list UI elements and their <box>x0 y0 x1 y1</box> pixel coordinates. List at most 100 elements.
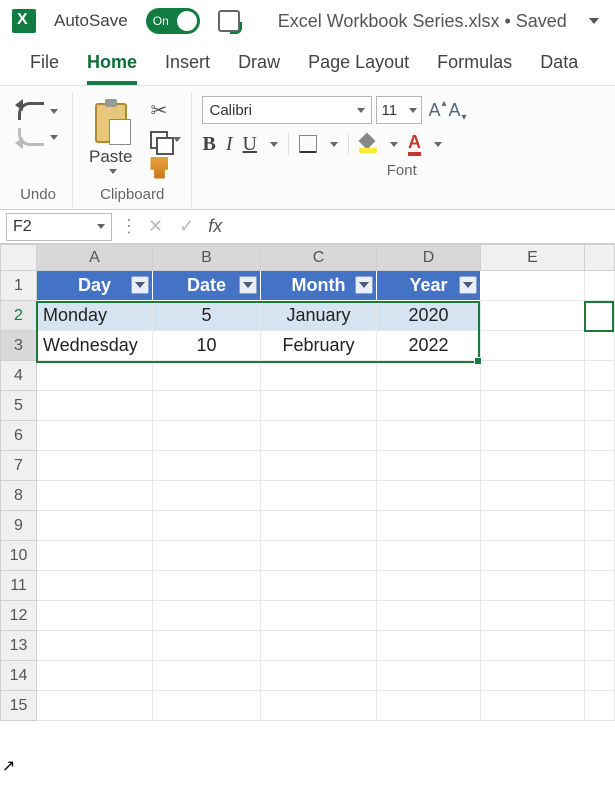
cell[interactable] <box>153 661 261 691</box>
paste-label[interactable]: Paste <box>89 147 132 167</box>
underline-button[interactable]: U <box>243 133 257 156</box>
tab-data[interactable]: Data <box>540 52 578 85</box>
row-header-4[interactable]: 4 <box>1 361 37 391</box>
cell[interactable] <box>377 631 481 661</box>
cell[interactable] <box>37 541 153 571</box>
cell[interactable] <box>481 271 585 301</box>
cell[interactable] <box>261 661 377 691</box>
row-header-14[interactable]: 14 <box>1 661 37 691</box>
cancel-icon[interactable]: ✕ <box>140 216 171 237</box>
cell[interactable] <box>153 571 261 601</box>
row-header-9[interactable]: 9 <box>1 511 37 541</box>
cell-b3[interactable]: 10 <box>153 331 261 361</box>
paste-icon[interactable] <box>95 103 127 143</box>
cell[interactable] <box>585 361 615 391</box>
filter-icon[interactable] <box>131 276 149 294</box>
cell[interactable] <box>481 631 585 661</box>
cell[interactable] <box>585 691 615 721</box>
cell[interactable] <box>481 451 585 481</box>
redo-button[interactable] <box>18 128 58 146</box>
cell[interactable] <box>377 571 481 601</box>
cell[interactable] <box>37 481 153 511</box>
cell[interactable] <box>37 601 153 631</box>
cell[interactable] <box>481 601 585 631</box>
italic-button[interactable]: I <box>226 133 233 156</box>
autosave-toggle[interactable]: On <box>146 8 200 34</box>
cell[interactable] <box>377 481 481 511</box>
formula-input[interactable] <box>228 213 615 241</box>
cell[interactable] <box>377 451 481 481</box>
cell[interactable] <box>481 571 585 601</box>
cell[interactable] <box>153 481 261 511</box>
col-header-f[interactable] <box>585 245 615 271</box>
cell-e2[interactable] <box>481 301 585 331</box>
cell[interactable] <box>585 511 615 541</box>
cell[interactable] <box>481 511 585 541</box>
cell[interactable] <box>37 421 153 451</box>
save-icon[interactable] <box>218 10 240 32</box>
cell[interactable] <box>261 451 377 481</box>
cell[interactable] <box>153 451 261 481</box>
cell[interactable] <box>153 511 261 541</box>
table-header-year[interactable]: Year <box>377 271 481 301</box>
row-header-2[interactable]: 2 <box>1 301 37 331</box>
cell[interactable] <box>481 541 585 571</box>
cell[interactable] <box>585 301 615 331</box>
name-box[interactable]: F2 <box>6 213 112 241</box>
chevron-down-icon[interactable] <box>390 142 398 147</box>
col-header-d[interactable]: D <box>377 245 481 271</box>
tab-home[interactable]: Home <box>87 52 137 85</box>
cell[interactable] <box>585 271 615 301</box>
cell-a3[interactable]: Wednesday <box>37 331 153 361</box>
cell[interactable] <box>261 481 377 511</box>
row-header-10[interactable]: 10 <box>1 541 37 571</box>
undo-button[interactable] <box>18 102 58 120</box>
cell[interactable] <box>585 601 615 631</box>
cell[interactable] <box>261 631 377 661</box>
col-header-b[interactable]: B <box>153 245 261 271</box>
cell[interactable] <box>377 691 481 721</box>
cell[interactable] <box>585 331 615 361</box>
chevron-down-icon[interactable] <box>50 109 58 114</box>
cell[interactable] <box>37 661 153 691</box>
col-header-e[interactable]: E <box>481 245 585 271</box>
title-dropdown-icon[interactable] <box>589 18 599 24</box>
chevron-down-icon[interactable] <box>109 169 117 174</box>
cell-b2[interactable]: 5 <box>153 301 261 331</box>
cell[interactable] <box>37 571 153 601</box>
cell[interactable] <box>481 481 585 511</box>
cell[interactable] <box>261 361 377 391</box>
tab-page-layout[interactable]: Page Layout <box>308 52 409 85</box>
decrease-font-icon[interactable]: A <box>447 100 463 121</box>
fill-color-icon[interactable] <box>359 135 377 153</box>
cell[interactable] <box>481 421 585 451</box>
bold-button[interactable]: B <box>202 133 215 156</box>
chevron-down-icon[interactable] <box>434 142 442 147</box>
table-header-day[interactable]: Day <box>37 271 153 301</box>
cell[interactable] <box>261 571 377 601</box>
copy-button[interactable] <box>150 131 181 149</box>
tab-draw[interactable]: Draw <box>238 52 280 85</box>
cell[interactable] <box>585 421 615 451</box>
col-header-c[interactable]: C <box>261 245 377 271</box>
cell[interactable] <box>585 451 615 481</box>
cell[interactable] <box>153 691 261 721</box>
cell[interactable] <box>153 631 261 661</box>
cell[interactable] <box>153 421 261 451</box>
cell[interactable] <box>261 391 377 421</box>
chevron-down-icon[interactable] <box>50 135 58 140</box>
font-size-select[interactable]: 11 <box>376 96 422 124</box>
font-name-select[interactable]: Calibri <box>202 96 372 124</box>
cell[interactable] <box>377 661 481 691</box>
cell[interactable] <box>261 511 377 541</box>
borders-icon[interactable] <box>299 135 317 153</box>
filter-icon[interactable] <box>239 276 257 294</box>
cell-d3[interactable]: 2022 <box>377 331 481 361</box>
format-painter-icon[interactable] <box>150 157 168 179</box>
cell[interactable] <box>153 541 261 571</box>
cell[interactable] <box>37 631 153 661</box>
cell[interactable] <box>585 481 615 511</box>
cell[interactable] <box>261 601 377 631</box>
cell[interactable] <box>585 631 615 661</box>
chevron-down-icon[interactable] <box>330 142 338 147</box>
